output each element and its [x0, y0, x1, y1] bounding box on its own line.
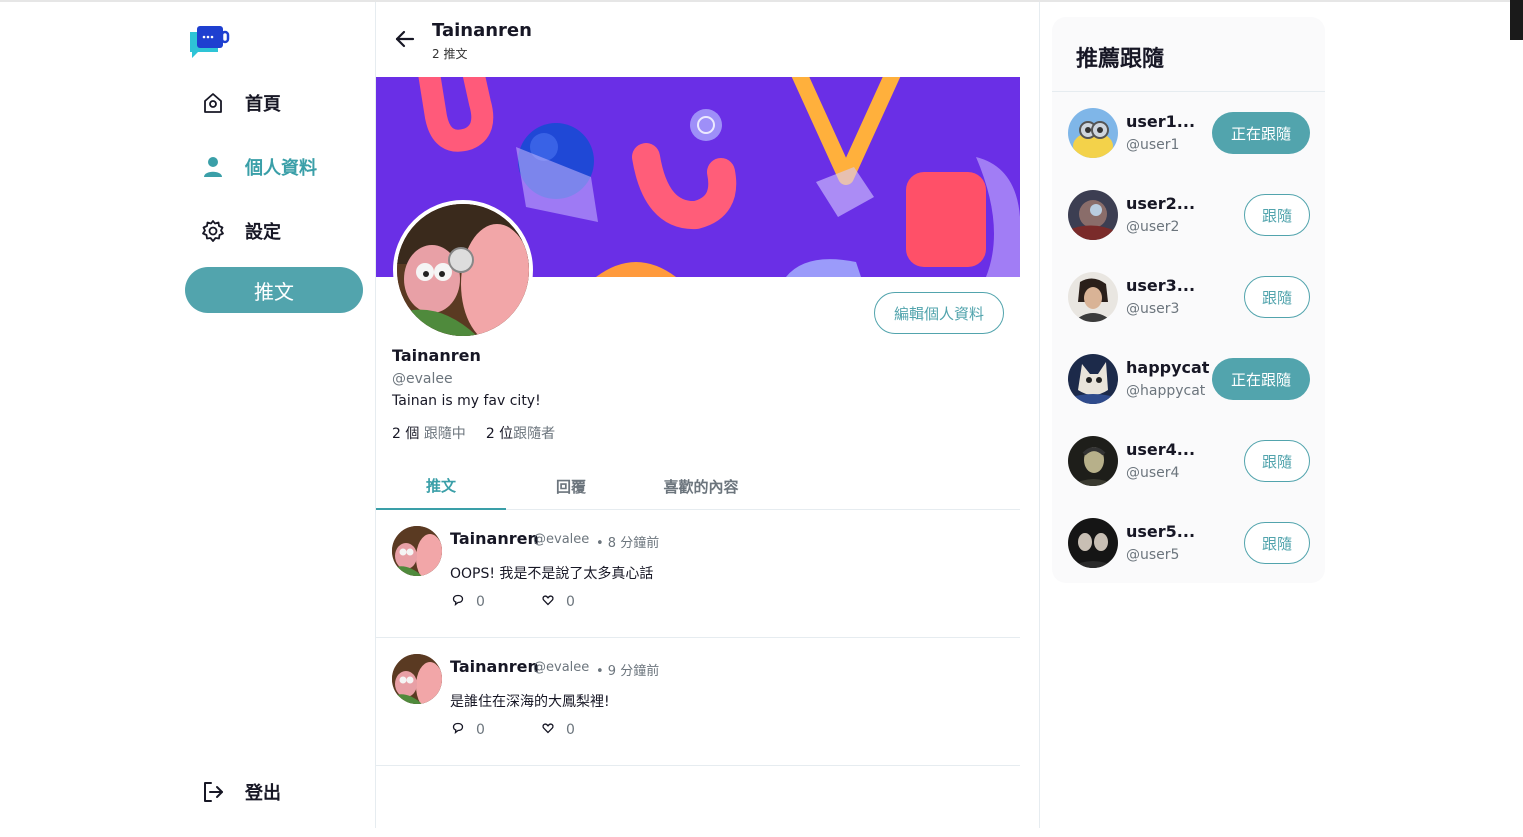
tweet-timestamp: • 9 分鐘前: [596, 664, 660, 679]
panel-title: 推薦跟隨: [1076, 47, 1165, 72]
home-icon: [200, 90, 226, 116]
follow-button[interactable]: 跟隨: [1244, 440, 1310, 482]
following-link[interactable]: 2 個 跟隨中: [392, 423, 466, 443]
tweet-timestamp: • 8 分鐘前: [596, 536, 660, 551]
follow-button[interactable]: 跟隨: [1244, 522, 1310, 564]
like-button[interactable]: 0: [542, 594, 575, 610]
window-right-edge-fill: [1510, 40, 1523, 837]
user-handle: @user2: [1126, 219, 1180, 235]
tab-tweets[interactable]: 推文: [376, 462, 506, 510]
heart-icon: [542, 594, 554, 610]
user-handle: @user5: [1126, 547, 1180, 563]
tweet-author-name[interactable]: Tainanren: [450, 657, 539, 676]
following-button[interactable]: 正在跟隨: [1212, 358, 1310, 400]
reply-count: 0: [476, 594, 485, 610]
page-header: Tainanren 2 推文: [376, 2, 1040, 76]
tweet-author-handle: @evalee: [533, 660, 590, 675]
gear-icon: [200, 218, 226, 244]
tweet-item[interactable]: Tainanren @evalee • 8 分鐘前 OOPS! 我是不是說了太多…: [376, 510, 1020, 638]
sidebar-item-label: 個人資料: [245, 158, 317, 179]
user-handle: @user4: [1126, 465, 1180, 481]
profile-tabs: 推文 回覆 喜歡的內容: [376, 462, 1020, 510]
like-count: 0: [566, 722, 575, 738]
user-name[interactable]: user3...: [1126, 276, 1195, 295]
user-avatar[interactable]: [1068, 354, 1118, 404]
edit-profile-button[interactable]: 編輯個人資料: [874, 292, 1004, 334]
tweet-avatar[interactable]: [392, 526, 442, 576]
logout-icon: [200, 779, 226, 805]
window-bottom-edge: [0, 828, 1512, 837]
suggested-user: user3... @user3 跟隨: [1052, 256, 1325, 338]
user-avatar[interactable]: [1068, 272, 1118, 322]
tweet-avatar[interactable]: [392, 654, 442, 704]
user-avatar[interactable]: [1068, 518, 1118, 568]
tab-likes[interactable]: 喜歡的內容: [636, 462, 766, 510]
suggested-user: user4... @user4 跟隨: [1052, 420, 1325, 502]
user-icon: [200, 154, 226, 180]
comment-icon: [452, 594, 464, 610]
user-name[interactable]: happycat: [1126, 358, 1209, 377]
comment-icon: [452, 722, 464, 738]
tab-replies[interactable]: 回覆: [506, 462, 636, 510]
profile-bio: Tainan is my fav city!: [392, 393, 541, 409]
sidebar-item-home[interactable]: 首頁: [200, 83, 281, 123]
user-name[interactable]: user2...: [1126, 194, 1195, 213]
suggested-user: user2... @user2 跟隨: [1052, 174, 1325, 256]
logo-icon[interactable]: [190, 26, 230, 58]
logout-label: 登出: [245, 783, 281, 804]
followers-count: 2 位: [485, 426, 514, 442]
suggested-follows-panel: 推薦跟隨 user1... @user1 正在跟隨 user2... @user…: [1052, 17, 1325, 583]
user-avatar[interactable]: [1068, 108, 1118, 158]
logout-button[interactable]: 登出: [200, 772, 281, 812]
sidebar-item-profile[interactable]: 個人資料: [200, 147, 317, 187]
follow-button[interactable]: 跟隨: [1244, 276, 1310, 318]
sidebar-item-label: 首頁: [245, 94, 281, 115]
reply-button[interactable]: 0: [452, 722, 485, 738]
sidebar: 首頁 個人資料 設定 推文 登出: [0, 0, 375, 837]
tweet-button[interactable]: 推文: [185, 267, 363, 313]
profile-main: Tainanren 2 推文 編輯個人資料 Tainanren @evalee …: [375, 2, 1040, 828]
tweet-text: 是誰住在深海的大鳳梨裡!: [450, 694, 610, 710]
followers-link[interactable]: 2 位跟隨者: [486, 423, 555, 443]
sidebar-item-label: 設定: [245, 222, 281, 243]
user-name[interactable]: user1...: [1126, 112, 1195, 131]
user-handle: @user1: [1126, 137, 1180, 153]
user-avatar[interactable]: [1068, 190, 1118, 240]
suggested-user: happycat @happycat 正在跟隨: [1052, 338, 1325, 420]
back-arrow-icon[interactable]: [394, 28, 416, 50]
profile-handle: @evalee: [392, 371, 453, 387]
user-handle: @user3: [1126, 301, 1180, 317]
tweet-author-handle: @evalee: [533, 532, 590, 547]
tweet-count: 2 推文: [432, 47, 468, 61]
following-label: 跟隨中: [423, 426, 466, 442]
sidebar-item-settings[interactable]: 設定: [200, 211, 281, 251]
like-button[interactable]: 0: [542, 722, 575, 738]
user-name[interactable]: user4...: [1126, 440, 1195, 459]
follow-button[interactable]: 跟隨: [1244, 194, 1310, 236]
followers-label: 跟隨者: [513, 426, 556, 442]
suggested-user: user5... @user5 跟隨: [1052, 502, 1325, 584]
page-title: Tainanren: [432, 20, 532, 41]
following-count: 2 個: [392, 426, 420, 442]
following-button[interactable]: 正在跟隨: [1212, 112, 1310, 154]
profile-name: Tainanren: [392, 346, 481, 365]
profile-avatar: [393, 200, 533, 340]
user-name[interactable]: user5...: [1126, 522, 1195, 541]
tweet-author-name[interactable]: Tainanren: [450, 529, 539, 548]
user-handle: @happycat: [1126, 383, 1206, 399]
heart-icon: [542, 722, 554, 738]
tweet-item[interactable]: Tainanren @evalee • 9 分鐘前 是誰住在深海的大鳳梨裡! 0…: [376, 638, 1020, 766]
suggested-user: user1... @user1 正在跟隨: [1052, 92, 1325, 174]
like-count: 0: [566, 594, 575, 610]
user-avatar[interactable]: [1068, 436, 1118, 486]
reply-count: 0: [476, 722, 485, 738]
follow-stats: 2 個 跟隨中 2 位跟隨者: [392, 423, 555, 443]
reply-button[interactable]: 0: [452, 594, 485, 610]
tweet-text: OOPS! 我是不是說了太多真心話: [450, 566, 654, 582]
